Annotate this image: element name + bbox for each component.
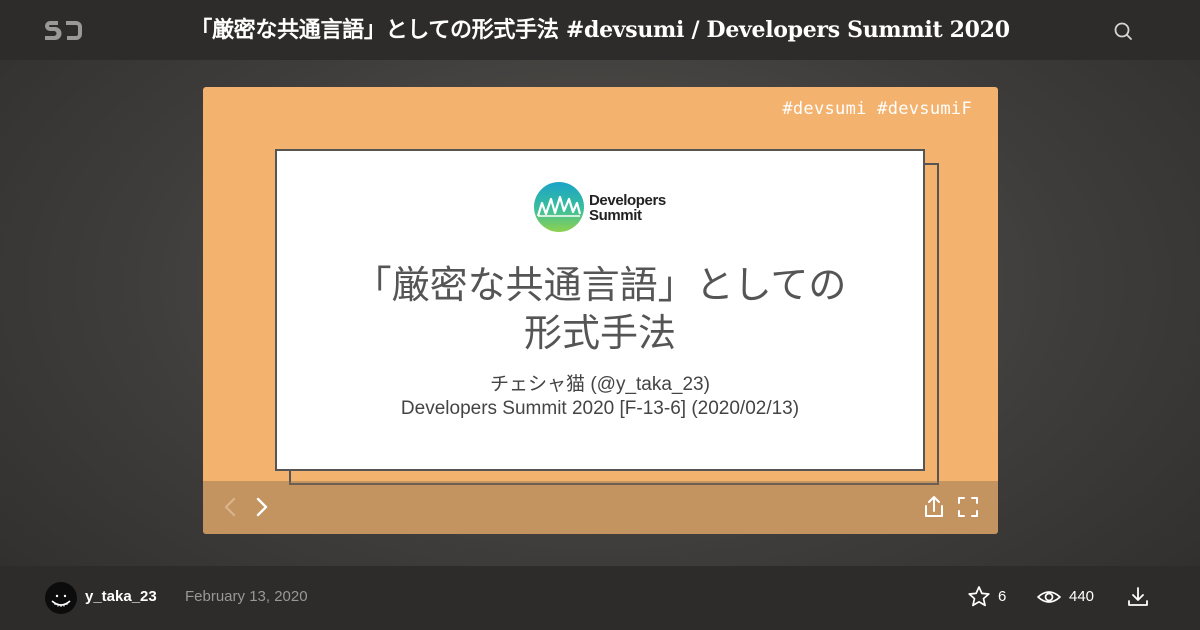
- page-title: 「厳密な共通言語」としての形式手法 #devsumi / Developers …: [190, 17, 1010, 43]
- download-icon[interactable]: [1125, 584, 1151, 610]
- avatar[interactable]: [45, 582, 77, 614]
- page: 「厳密な共通言語」としての形式手法 #devsumi / Developers …: [0, 0, 1200, 630]
- slide-viewer[interactable]: #devsumi #devsumiF Developers Summit 「厳密…: [203, 87, 998, 534]
- slide-hashtags: #devsumi #devsumiF: [782, 99, 972, 119]
- developers-summit-emblem-icon: [534, 182, 584, 232]
- developers-summit-logo: Developers Summit: [533, 181, 673, 237]
- view-count: 440: [1069, 588, 1095, 605]
- footer-bar: y_taka_23 February 13, 2020 6 440: [0, 566, 1200, 630]
- top-bar: 「厳密な共通言語」としての形式手法 #devsumi / Developers …: [0, 0, 1200, 60]
- star-icon[interactable]: [966, 584, 992, 610]
- speakerdeck-logo[interactable]: [44, 18, 84, 42]
- chevron-left-icon[interactable]: [215, 491, 247, 523]
- eye-icon: [1037, 591, 1061, 603]
- slide-subtitle: チェシャ猫 (@y_taka_23) Developers Summit 202…: [400, 374, 800, 419]
- slide-title: 「厳密な共通言語」としての 形式手法: [353, 263, 847, 355]
- developers-summit-wordmark: Developers Summit: [589, 192, 666, 224]
- search-icon[interactable]: [1110, 18, 1136, 44]
- fullscreen-icon[interactable]: [952, 491, 984, 523]
- username-link[interactable]: y_taka_23: [85, 588, 157, 605]
- chevron-right-icon[interactable]: [245, 491, 277, 523]
- share-icon[interactable]: [918, 491, 950, 523]
- slide-card: Developers Summit 「厳密な共通言語」としての 形式手法 チェシ…: [275, 149, 925, 471]
- cheshire-cat-avatar-icon: [51, 594, 71, 607]
- publish-date: February 13, 2020: [185, 588, 308, 605]
- slide-controls: [203, 481, 998, 534]
- star-count: 6: [998, 588, 1007, 605]
